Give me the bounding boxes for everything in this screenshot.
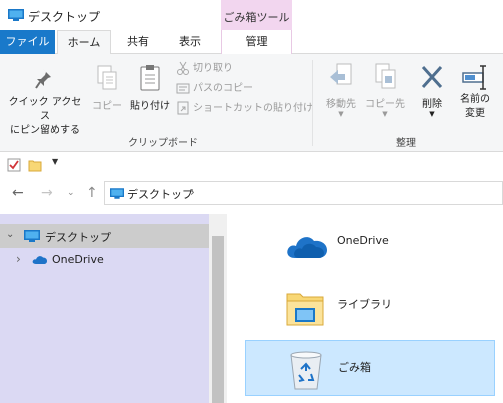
copy-path-icon xyxy=(176,83,190,94)
navigation-pane: ⌄ デスクトップ › OneDrive xyxy=(0,214,209,403)
tab-file[interactable]: ファイル xyxy=(0,30,55,54)
rename-label: 名前の 変更 xyxy=(460,94,490,119)
tab-manage[interactable]: 管理 xyxy=(221,30,292,54)
organize-group-label: 整理 xyxy=(396,138,416,149)
copy-to-label: コピー先 xyxy=(365,99,405,110)
navigation-scrollbar[interactable] xyxy=(209,214,227,403)
list-item-label: ライブラリ xyxy=(337,298,392,311)
libraries-folder-icon xyxy=(286,293,324,326)
expand-chevron-right-icon[interactable]: › xyxy=(16,252,21,266)
delete-button[interactable]: 削除 ▼ xyxy=(412,62,452,118)
tab-share[interactable]: 共有 xyxy=(114,30,162,54)
paste-label: 貼り付け xyxy=(130,101,170,112)
paste-icon xyxy=(140,65,160,91)
copy-icon xyxy=(97,65,117,90)
move-to-dropdown-icon: ▼ xyxy=(338,110,344,118)
list-item-onedrive[interactable]: OneDrive xyxy=(245,216,495,272)
cut-button[interactable]: 切り取り xyxy=(176,60,233,78)
desktop-icon xyxy=(8,9,24,21)
delete-x-icon xyxy=(421,65,443,89)
delete-dropdown-icon: ▼ xyxy=(429,110,435,118)
up-arrow-icon[interactable]: ↑ xyxy=(86,185,98,201)
file-list: OneDrive ライブラリ ごみ箱 xyxy=(227,214,503,403)
onedrive-cloud-icon xyxy=(32,256,47,264)
pin-quick-access-label: クイック アクセス にピン留めする xyxy=(8,97,82,136)
paste-button[interactable]: 貼り付け xyxy=(126,64,174,112)
move-to-icon xyxy=(330,63,352,85)
back-arrow-icon[interactable]: ← xyxy=(12,185,24,201)
copy-to-icon xyxy=(375,63,396,89)
list-item-label: OneDrive xyxy=(337,234,389,247)
copy-path-button[interactable]: パスのコピー xyxy=(176,80,253,98)
copy-label: コピー xyxy=(92,101,122,112)
move-to-button[interactable]: 移動先 ▼ xyxy=(318,62,364,118)
tab-home[interactable]: ホーム xyxy=(57,30,111,55)
ribbon-home: クイック アクセス にピン留めする コピー 貼り付け 切り取り パスのコピー シ… xyxy=(0,54,503,152)
recycle-bin-tools-header: ごみ箱ツール xyxy=(221,0,292,30)
new-folder-icon[interactable] xyxy=(28,158,42,172)
recent-locations-chevron-icon[interactable]: ⌄ xyxy=(67,188,75,198)
address-path: デスクトップ xyxy=(127,188,193,201)
address-bar[interactable]: デスクトップ › xyxy=(104,181,503,205)
quick-access-toolbar: ▼ xyxy=(0,152,503,178)
scrollbar-thumb[interactable] xyxy=(212,236,224,403)
delete-label: 削除 xyxy=(422,99,442,110)
window-title: デスクトップ xyxy=(28,10,101,24)
scissors-icon xyxy=(177,61,189,75)
nav-item-label: デスクトップ xyxy=(45,231,111,244)
group-divider xyxy=(312,60,313,146)
cut-label: 切り取り xyxy=(193,63,233,74)
desktop-icon xyxy=(110,188,124,199)
copy-button[interactable]: コピー xyxy=(88,64,126,112)
copy-to-dropdown-icon: ▼ xyxy=(382,110,388,118)
tab-view[interactable]: 表示 xyxy=(166,30,214,54)
desktop-icon xyxy=(24,230,40,242)
clipboard-group-label: クリップボード xyxy=(128,138,198,149)
paste-shortcut-icon xyxy=(177,101,189,115)
move-to-label: 移動先 xyxy=(326,99,356,110)
address-row: ← → ⌄ ↑ デスクトップ › xyxy=(0,178,503,208)
ribbon-tabs: ファイル ホーム 共有 表示 管理 xyxy=(0,30,503,55)
pin-icon xyxy=(35,69,51,89)
list-item-label: ごみ箱 xyxy=(338,361,371,374)
list-item-recycle-bin[interactable]: ごみ箱 xyxy=(245,340,495,396)
recycle-bin-icon xyxy=(290,351,322,390)
forward-arrow-icon[interactable]: → xyxy=(41,185,53,201)
pin-quick-access-button[interactable]: クイック アクセス にピン留めする xyxy=(4,66,86,138)
nav-item-desktop[interactable]: ⌄ デスクトップ xyxy=(0,224,209,248)
breadcrumb-chevron-icon[interactable]: › xyxy=(190,185,195,199)
title-bar: デスクトップ ごみ箱ツール xyxy=(0,0,503,30)
onedrive-cloud-icon xyxy=(287,237,327,258)
copy-to-button[interactable]: コピー先 ▼ xyxy=(362,62,408,118)
nav-item-label: OneDrive xyxy=(52,253,104,266)
copy-path-label: パスのコピー xyxy=(193,83,253,94)
paste-shortcut-button[interactable]: ショートカットの貼り付け xyxy=(176,100,313,118)
paste-shortcut-label: ショートカットの貼り付け xyxy=(193,103,313,114)
rename-icon xyxy=(462,65,486,90)
nav-item-onedrive[interactable]: › OneDrive xyxy=(0,248,209,272)
list-item-libraries[interactable]: ライブラリ xyxy=(245,278,495,334)
customize-toolbar-dropdown-icon[interactable]: ▼ xyxy=(52,157,58,166)
rename-button[interactable]: 名前の 変更 xyxy=(452,62,498,121)
expand-chevron-down-icon[interactable]: ⌄ xyxy=(6,229,14,240)
properties-checkmark-icon[interactable] xyxy=(7,158,21,172)
